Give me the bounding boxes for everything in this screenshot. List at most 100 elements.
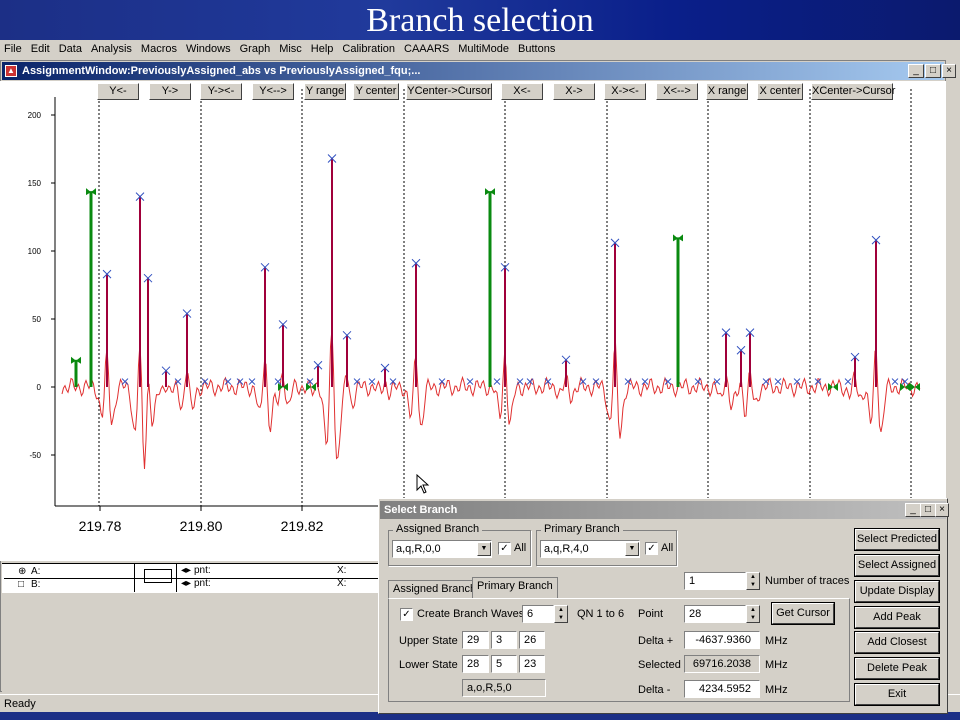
cursor-a-icon: ⊕ <box>18 566 27 577</box>
cursor-b-row: □ B: <box>4 579 134 592</box>
ycenter-cursor-button[interactable]: YCenter->Cursor <box>406 83 492 100</box>
assigned-all-label: All <box>514 542 527 554</box>
upper-state-v2[interactable]: 3 <box>491 631 517 649</box>
delta-minus-value[interactable]: 4234.5952 <box>684 680 760 698</box>
close-icon[interactable]: × <box>942 64 956 78</box>
cursor-b-label: B: <box>31 579 41 590</box>
traces-spinner-icon[interactable]: ▲ ▼ <box>746 572 760 590</box>
graph-window-title: AssignmentWindow:PreviouslyAssigned_abs … <box>2 62 944 80</box>
plot-area[interactable]: 200 150 100 50 0 -50 219.78 219.80 219.82 <box>0 81 946 561</box>
assigned-all-checkbox[interactable]: ✓ <box>498 542 511 555</box>
branch-readout: a,o,R,5,0 <box>462 679 546 697</box>
cursor-style-icon[interactable] <box>144 569 172 583</box>
primary-all-label: All <box>661 542 674 554</box>
y-tick-label: 200 <box>28 111 42 120</box>
select-assigned-button[interactable]: Select Assigned <box>855 555 939 576</box>
peak-marker <box>236 378 244 385</box>
x-center-button[interactable]: X center <box>757 83 803 100</box>
x-left-button[interactable]: X<- <box>501 83 543 100</box>
y-tick-label: 0 <box>37 383 42 392</box>
create-waves-checkbox[interactable]: ✓ <box>400 608 413 621</box>
menu-file[interactable]: File <box>4 43 22 55</box>
peak-marker <box>121 378 129 385</box>
upper-state-v1[interactable]: 29 <box>462 631 489 649</box>
dialog-close-icon[interactable]: × <box>935 503 949 517</box>
qn-range-label: QN 1 to 6 <box>577 608 625 620</box>
lower-state-v2[interactable]: 5 <box>491 655 517 673</box>
add-closest-button[interactable]: Add Closest <box>855 632 939 653</box>
lower-state-v3[interactable]: 23 <box>519 655 545 673</box>
menu-help[interactable]: Help <box>311 43 334 55</box>
exit-button[interactable]: Exit <box>855 684 939 705</box>
peak-marker <box>592 378 600 385</box>
x-tick-label: 219.78 <box>79 518 122 534</box>
lower-state-v1[interactable]: 28 <box>462 655 489 673</box>
chevron-down-icon[interactable]: ▼ <box>477 542 491 556</box>
dialog-minimize-icon[interactable]: _ <box>905 503 921 517</box>
traces-label: Number of traces <box>765 575 850 587</box>
menu-buttons[interactable]: Buttons <box>518 43 555 55</box>
mouse-cursor-icon <box>416 474 430 494</box>
add-peak-button[interactable]: Add Peak <box>855 607 939 628</box>
x-shrink-button[interactable]: X-><- <box>604 83 646 100</box>
y-range-button[interactable]: Y range <box>304 83 346 100</box>
delta-plus-unit: MHz <box>765 635 788 647</box>
point-spinner-icon[interactable]: ▲ ▼ <box>746 605 760 623</box>
delta-minus-unit: MHz <box>765 684 788 696</box>
minimize-icon[interactable]: _ <box>908 64 924 78</box>
y-left-button[interactable]: Y<- <box>97 83 139 100</box>
y-right-button[interactable]: Y-> <box>149 83 191 100</box>
select-predicted-button[interactable]: Select Predicted <box>855 529 939 550</box>
tab-primary-branch[interactable]: Primary Branch <box>472 577 558 599</box>
x-range-button[interactable]: X range <box>706 83 748 100</box>
menu-misc[interactable]: Misc <box>279 43 302 55</box>
cursor-b-x: X: <box>337 578 347 589</box>
cursor-a-pnt: pnt: <box>194 565 211 576</box>
spectrum-chart[interactable]: 200 150 100 50 0 -50 219.78 219.80 219.82 <box>0 81 946 561</box>
create-waves-spinner-icon[interactable]: ▲ ▼ <box>554 605 568 623</box>
peak-marker <box>201 378 209 385</box>
menu-calibration[interactable]: Calibration <box>342 43 395 55</box>
x-expand-button[interactable]: X<--> <box>656 83 698 100</box>
delta-plus-value[interactable]: -4637.9360 <box>684 631 760 649</box>
y-shrink-button[interactable]: Y-><- <box>200 83 242 100</box>
peak-marker <box>774 378 782 385</box>
primary-branch-label: Primary Branch <box>541 523 623 535</box>
delete-peak-button[interactable]: Delete Peak <box>855 658 939 679</box>
menu-windows[interactable]: Windows <box>186 43 231 55</box>
menu-multimode[interactable]: MultiMode <box>458 43 509 55</box>
xcenter-cursor-button[interactable]: XCenter->Cursor <box>811 83 895 100</box>
get-cursor-button[interactable]: Get Cursor <box>772 603 834 624</box>
menu-analysis[interactable]: Analysis <box>91 43 132 55</box>
menu-edit[interactable]: Edit <box>31 43 50 55</box>
menu-data[interactable]: Data <box>59 43 82 55</box>
upper-state-label: Upper State <box>399 635 458 647</box>
peak-marker <box>901 378 909 385</box>
y-tick-label: 100 <box>28 247 42 256</box>
selected-unit: MHz <box>765 659 788 671</box>
traces-input[interactable]: 1 <box>684 572 746 590</box>
peak-marker <box>641 378 649 385</box>
cursor-b-arrow-icon[interactable]: ◂▸ <box>181 578 191 589</box>
assigned-branch-label: Assigned Branch <box>393 523 483 535</box>
update-display-button[interactable]: Update Display <box>855 581 939 602</box>
upper-state-v3[interactable]: 26 <box>519 631 545 649</box>
create-waves-input[interactable]: 6 <box>522 605 554 623</box>
y-center-button[interactable]: Y center <box>353 83 399 100</box>
cursor-b-icon: □ <box>18 579 25 590</box>
dialog-title: Select Branch <box>380 501 946 519</box>
dialog-maximize-icon[interactable]: □ <box>920 503 936 517</box>
menu-graph[interactable]: Graph <box>240 43 271 55</box>
y-tick-label: -50 <box>29 451 41 460</box>
y-expand-button[interactable]: Y<--> <box>252 83 294 100</box>
menu-caaars[interactable]: CAAARS <box>404 43 449 55</box>
primary-all-checkbox[interactable]: ✓ <box>645 542 658 555</box>
x-tick-label: 219.82 <box>281 518 324 534</box>
maximize-icon[interactable]: □ <box>925 64 941 78</box>
tab-assigned-branch[interactable]: Assigned Branch <box>388 580 482 598</box>
cursor-a-arrow-icon[interactable]: ◂▸ <box>181 565 191 576</box>
chevron-down-icon[interactable]: ▼ <box>625 542 639 556</box>
point-input[interactable]: 28 <box>684 605 746 623</box>
x-right-button[interactable]: X-> <box>553 83 595 100</box>
menu-macros[interactable]: Macros <box>141 43 177 55</box>
